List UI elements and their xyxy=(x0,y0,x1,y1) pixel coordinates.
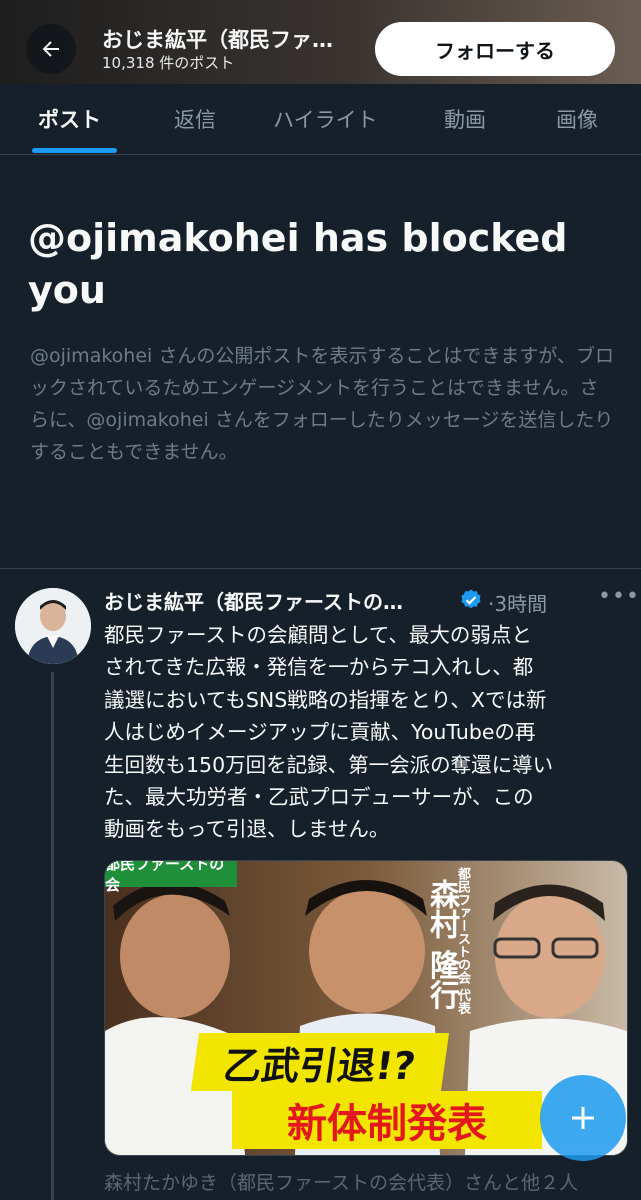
post-text-line: 議選においてもSNS戦略の指揮をとり、Xでは新 xyxy=(104,687,547,712)
divider xyxy=(0,568,641,569)
more-options-button[interactable]: ••• xyxy=(598,584,640,609)
tab-images[interactable]: 画像 xyxy=(556,104,598,134)
post-text-line: 動画をもって引退、しません。 xyxy=(104,817,390,842)
caption-bottom: 新体制発表 xyxy=(232,1091,542,1149)
post-author-name[interactable]: おじま紘平（都民ファーストの… xyxy=(104,586,456,615)
tab-highlights[interactable]: ハイライト xyxy=(273,104,378,134)
post-count: 10,318 件のポスト xyxy=(102,54,235,72)
post-text-line: 人はじめイメージアップに貢献、YouTubeの再 xyxy=(104,720,536,745)
speaker-name-label: 森村 隆行 xyxy=(424,879,459,1010)
follow-button[interactable]: フォローする xyxy=(375,22,615,76)
more-horizontal-icon: ••• xyxy=(598,584,640,609)
post-text-line: た、最大功労者・乙武プロデューサーが、この xyxy=(104,785,534,810)
reposted-by-line: 森村たかゆき（都民ファーストの会代表）さんと他２人 xyxy=(104,1172,579,1194)
tab-videos[interactable]: 動画 xyxy=(444,104,486,134)
tab-posts[interactable]: ポスト xyxy=(38,104,101,134)
verified-badge-icon xyxy=(461,589,481,609)
post-text-line: 都民ファーストの会顧問として、最大の弱点と xyxy=(104,623,532,647)
compose-plus-icon xyxy=(572,1107,594,1129)
tab-replies[interactable]: 返信 xyxy=(174,104,216,134)
active-tab-indicator xyxy=(32,148,117,153)
thread-line xyxy=(51,672,54,1200)
profile-name: おじま紘平（都民ファ… xyxy=(102,28,333,52)
blocked-heading: @ojimakohei has blocked you xyxy=(28,216,568,312)
post-body: 都民ファーストの会顧問として、最大の弱点と されてきた広報・発信を一からテコ入れ… xyxy=(104,619,614,846)
compose-button[interactable] xyxy=(540,1075,626,1161)
post-text-line: 生回数も150万回を記録、第一会派の奪還に導い xyxy=(104,752,554,777)
profile-header: おじま紘平（都民ファ… 10,318 件のポスト フォローする xyxy=(0,0,641,84)
arrow-left-icon xyxy=(42,41,59,57)
blocked-description: @ojimakohei さんの公開ポストを表示することはできますが、ブロックされ… xyxy=(30,345,614,463)
post-time-label: 3時間 xyxy=(494,592,548,616)
back-button[interactable] xyxy=(26,24,76,74)
post-timestamp[interactable]: ·3時間 xyxy=(488,588,547,617)
caption-top: 乙武引退!? xyxy=(190,1033,450,1091)
profile-tabs: ポスト 返信 ハイライト 動画 画像 xyxy=(0,84,641,155)
post-text-line: されてきた広報・発信を一からテコ入れし、都 xyxy=(104,655,534,680)
avatar[interactable] xyxy=(15,588,91,664)
channel-tag: 都民ファーストの会 xyxy=(105,861,237,894)
avatar-portrait-icon xyxy=(15,588,91,664)
